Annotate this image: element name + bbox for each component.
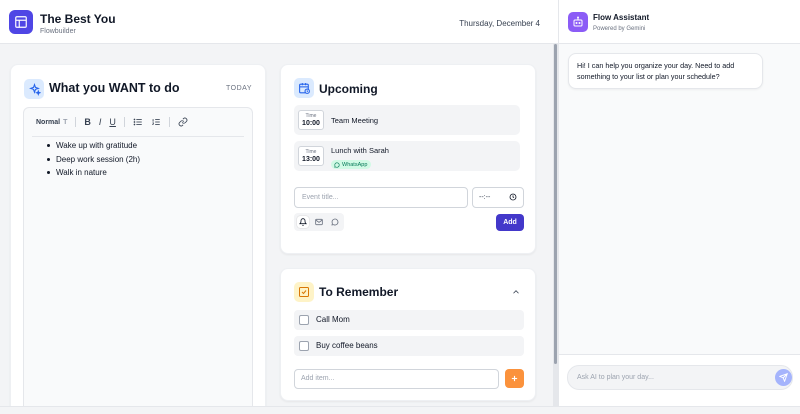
check-square-icon <box>294 282 314 302</box>
todo-item[interactable]: Buy coffee beans <box>294 336 524 356</box>
send-icon <box>779 373 788 382</box>
chat-panel: Flow Assistant Powered by Gemini Hi! I c… <box>558 0 800 406</box>
bullet-list-icon[interactable] <box>133 117 143 127</box>
rich-text-editor[interactable]: Normal T B I U Wake up with gratitude Dee… <box>23 107 253 414</box>
clock-icon <box>509 193 517 201</box>
todo-checkbox[interactable] <box>299 341 309 351</box>
add-item-button[interactable] <box>505 369 524 388</box>
want-card: What you WANT to do TODAY Normal T B I U … <box>10 64 266 414</box>
chevron-up-icon[interactable] <box>511 287 521 297</box>
mail-icon[interactable] <box>313 216 325 228</box>
italic-button[interactable]: I <box>99 117 102 127</box>
chat-input[interactable]: Ask AI to plan your day... <box>567 365 793 390</box>
send-button[interactable] <box>775 369 792 386</box>
sparkles-icon <box>24 79 44 99</box>
chat-messages: Hi! I can help you organize your day. Ne… <box>559 44 800 354</box>
layout-icon <box>9 10 33 34</box>
add-event-button[interactable]: Add <box>496 214 524 231</box>
event-title: Lunch with Sarah <box>331 146 389 155</box>
add-item-input[interactable]: Add item... <box>294 369 499 389</box>
event-time-input[interactable]: --:-- <box>472 187 524 208</box>
chat-title: Flow Assistant <box>593 13 650 22</box>
upcoming-card: Upcoming Time 10:00 Team Meeting Time 13… <box>280 64 536 254</box>
event-time-badge: Time 10:00 <box>298 110 324 130</box>
event-title-input[interactable]: Event title... <box>294 187 468 208</box>
chat-header: Flow Assistant Powered by Gemini <box>559 0 800 44</box>
want-item[interactable]: Wake up with gratitude <box>46 141 140 150</box>
editor-toolbar: Normal T B I U <box>24 108 252 136</box>
scrollbar-thumb[interactable] <box>554 44 557 364</box>
want-list[interactable]: Wake up with gratitude Deep work session… <box>46 141 140 182</box>
bold-button[interactable]: B <box>84 117 91 127</box>
todo-label: Buy coffee beans <box>316 341 378 350</box>
event-time-badge: Time 13:00 <box>298 146 324 166</box>
event-time-label: Time <box>305 149 317 155</box>
text-type-icon: T <box>63 118 68 126</box>
chat-icon[interactable] <box>329 216 341 228</box>
event-item[interactable]: Time 13:00 Lunch with Sarah WhatsApp <box>294 141 520 171</box>
plus-icon <box>511 375 518 382</box>
chat-footer: Ask AI to plan your day... <box>559 354 800 406</box>
bottom-strip <box>0 406 800 414</box>
toolbar-divider <box>75 117 77 127</box>
toolbar-divider <box>123 117 125 127</box>
remember-title: To Remember <box>319 285 399 299</box>
todo-item[interactable]: Call Mom <box>294 310 524 330</box>
remember-card: To Remember Call Mom Buy coffee beans Ad… <box>280 268 536 401</box>
event-item[interactable]: Time 10:00 Team Meeting <box>294 105 520 135</box>
top-bar: The Best You Flowbuilder Thursday, Decem… <box>0 0 558 44</box>
event-time: 10:00 <box>302 120 320 127</box>
link-icon[interactable] <box>178 117 188 127</box>
whatsapp-label: WhatsApp <box>342 161 368 168</box>
notification-channel-group <box>294 213 344 231</box>
todo-label: Call Mom <box>316 315 350 324</box>
upcoming-title: Upcoming <box>319 82 378 96</box>
toolbar-separator <box>32 136 244 137</box>
want-item[interactable]: Deep work session (2h) <box>46 155 140 164</box>
bot-icon <box>568 12 588 32</box>
whatsapp-badge: WhatsApp <box>331 160 372 169</box>
calendar-clock-icon <box>294 78 314 98</box>
chat-bubble-icon <box>334 161 340 168</box>
event-time-label: Time <box>305 113 317 119</box>
app-subtitle: Flowbuilder <box>40 28 76 35</box>
time-input-value: --:-- <box>479 194 491 201</box>
chat-subtitle: Powered by Gemini <box>593 26 646 32</box>
today-label: TODAY <box>226 85 252 92</box>
bell-icon[interactable] <box>297 216 309 228</box>
assistant-message: Hi! I can help you organize your day. Ne… <box>568 53 763 89</box>
todo-checkbox[interactable] <box>299 315 309 325</box>
style-select-label: Normal <box>36 118 61 126</box>
want-title: What you WANT to do <box>49 81 180 95</box>
event-time: 13:00 <box>302 156 320 163</box>
event-title: Team Meeting <box>331 116 379 125</box>
app-title: The Best You <box>40 12 116 26</box>
want-item[interactable]: Walk in nature <box>46 168 140 177</box>
toolbar-divider <box>168 117 170 127</box>
underline-button[interactable]: U <box>109 117 116 127</box>
style-select[interactable]: Normal T <box>36 119 67 126</box>
numbered-list-icon[interactable] <box>151 117 161 127</box>
current-date: Thursday, December 4 <box>459 19 540 28</box>
